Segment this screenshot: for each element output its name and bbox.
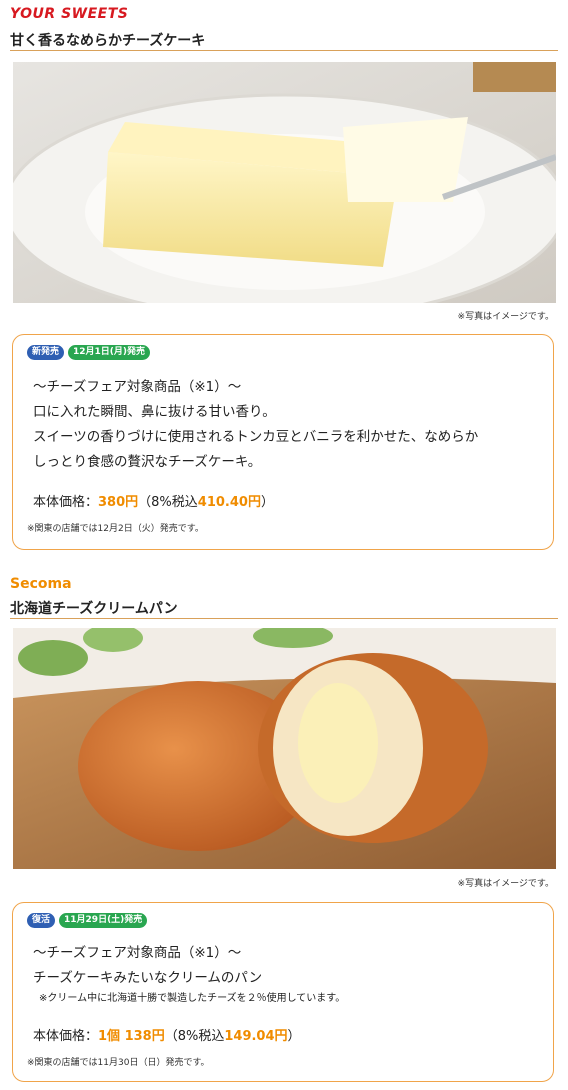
cheese-note: ※クリーム中に北海道十勝で製造したチーズを２％使用しています。 — [39, 993, 346, 1004]
price-value: 1個 138円 — [98, 1029, 165, 1044]
description-line: 〜チーズフェア対象商品（※1）〜 — [33, 945, 242, 961]
tax-suffix: ） — [287, 1029, 301, 1044]
description-line: 口に入れた瞬間、鼻に抜ける甘い香り。 — [33, 404, 276, 420]
product-description: 〜チーズフェア対象商品（※1）〜 チーズケーキみたいなクリームのパン ※クリーム… — [33, 941, 539, 1007]
tax-prefix: （8%税込 — [164, 1029, 225, 1044]
new-release-badge: 新発売 — [27, 345, 65, 360]
product-title: 甘く香るなめらかチーズケーキ — [10, 33, 206, 49]
tax-value: 410.40円 — [197, 495, 261, 510]
description-line: チーズケーキみたいなクリームのパン — [33, 970, 263, 986]
release-note: ※関東の店舗では11月30日（日）発売です。 — [27, 1058, 210, 1068]
tax-value: 149.04円 — [224, 1029, 288, 1044]
badge-row: 復活 11月29日(土)発売 — [27, 913, 148, 928]
secoma-logo: Secoma — [10, 576, 72, 592]
product-card: 復活 11月29日(土)発売 〜チーズフェア対象商品（※1）〜 チーズケーキみた… — [12, 902, 554, 1082]
price-label: 本体価格： — [33, 495, 99, 510]
price-value: 380円 — [98, 495, 139, 510]
product-card: 新発売 12月1日(月)発売 〜チーズフェア対象商品（※1）〜 口に入れた瞬間、… — [12, 334, 554, 550]
title-divider — [10, 50, 558, 51]
title-divider — [10, 618, 558, 619]
product-title: 北海道チーズクリームパン — [10, 601, 178, 617]
product-description: 〜チーズフェア対象商品（※1）〜 口に入れた瞬間、鼻に抜ける甘い香り。 スイーツ… — [33, 375, 539, 475]
description-line: スイーツの香りづけに使用されるトンカ豆とバニラを利かせた、なめらか — [33, 429, 479, 445]
your-sweets-logo: YOUR SWEETS — [10, 6, 129, 22]
cheesecake-photo — [13, 62, 556, 303]
photo-caption: ※写真はイメージです。 — [457, 312, 554, 322]
badge-row: 新発売 12月1日(月)発売 — [27, 345, 151, 360]
price-label: 本体価格： — [33, 1029, 99, 1044]
release-note: ※関東の店舗では12月2日（火）発売です。 — [27, 524, 204, 534]
release-date-badge: 12月1日(月)発売 — [68, 345, 151, 360]
price-line: 本体価格：380円（8%税込410.40円） — [33, 491, 274, 510]
description-line: 〜チーズフェア対象商品（※1）〜 — [33, 379, 242, 395]
revival-badge: 復活 — [27, 913, 56, 928]
price-line: 本体価格：1個 138円（8%税込149.04円） — [33, 1025, 301, 1044]
release-date-badge: 11月29日(土)発売 — [59, 913, 148, 928]
tax-prefix: （8%税込 — [138, 495, 198, 510]
tax-suffix: ） — [260, 495, 274, 510]
cream-bun-photo — [13, 628, 556, 869]
description-line: しっとり食感の贅沢なチーズケーキ。 — [33, 454, 262, 470]
photo-caption: ※写真はイメージです。 — [457, 879, 554, 889]
